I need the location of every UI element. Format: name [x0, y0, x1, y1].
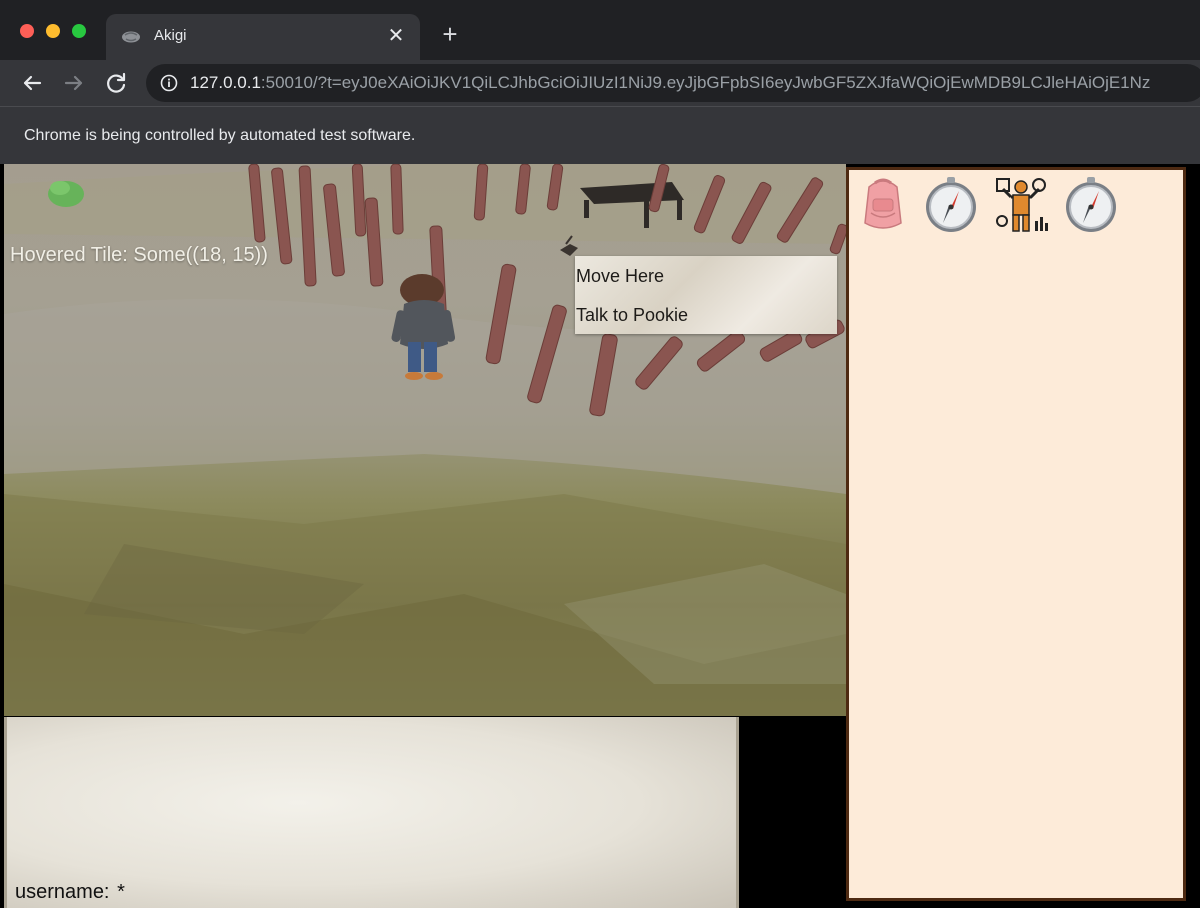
automation-infobar: Chrome is being controlled by automated …	[0, 106, 1200, 164]
browser-tab-strip: Akigi ✕ +	[0, 0, 1200, 60]
site-info-icon[interactable]	[160, 74, 178, 92]
url-host: 127.0.0.1	[190, 73, 261, 92]
game-canvas[interactable]: Hovered Tile: Some((18, 15)) Move Here T…	[4, 164, 846, 716]
chat-prompt-label: username:	[15, 881, 110, 903]
menu-item-move-here[interactable]: Move Here	[576, 266, 664, 287]
context-menu: Move Here Talk to Pookie	[575, 256, 837, 334]
side-panel	[846, 167, 1186, 901]
page-content: Hovered Tile: Some((18, 15)) Move Here T…	[0, 164, 1200, 908]
chat-panel[interactable]: username: *	[4, 717, 739, 908]
url-text: 127.0.0.1:50010/?t=eyJ0eXAiOiJKV1QiLCJhb…	[190, 73, 1150, 93]
window-maximize-button[interactable]	[72, 24, 86, 38]
window-minimize-button[interactable]	[46, 24, 60, 38]
menu-item-talk-to-pookie[interactable]: Talk to Pookie	[576, 305, 688, 326]
close-tab-icon[interactable]: ✕	[384, 24, 408, 48]
skills-icon[interactable]	[993, 175, 1049, 235]
chat-prompt-value: *	[117, 881, 125, 903]
compass-icon[interactable]	[923, 175, 979, 235]
reload-icon[interactable]	[102, 69, 130, 97]
url-path: :50010/?t=eyJ0eXAiOiJKV1QiLCJhbGciOiJIUz…	[260, 73, 1151, 92]
forward-icon[interactable]	[60, 69, 88, 97]
infobar-message: Chrome is being controlled by automated …	[24, 127, 416, 144]
hovered-tile-readout: Hovered Tile: Some((18, 15))	[10, 244, 268, 266]
window-close-button[interactable]	[20, 24, 34, 38]
chat-input-line[interactable]: username: *	[13, 881, 125, 904]
back-icon[interactable]	[18, 69, 46, 97]
backpack-icon[interactable]	[855, 175, 911, 235]
favicon-icon	[122, 31, 140, 43]
browser-toolbar: 127.0.0.1:50010/?t=eyJ0eXAiOiJKV1QiLCJhb…	[0, 60, 1200, 106]
new-tab-button[interactable]: +	[436, 20, 464, 48]
tab-title: Akigi	[154, 27, 187, 44]
address-bar[interactable]: 127.0.0.1:50010/?t=eyJ0eXAiOiJKV1QiLCJhb…	[146, 64, 1200, 102]
compass-icon[interactable]	[1063, 175, 1119, 235]
browser-tab[interactable]: Akigi ✕	[106, 14, 420, 60]
